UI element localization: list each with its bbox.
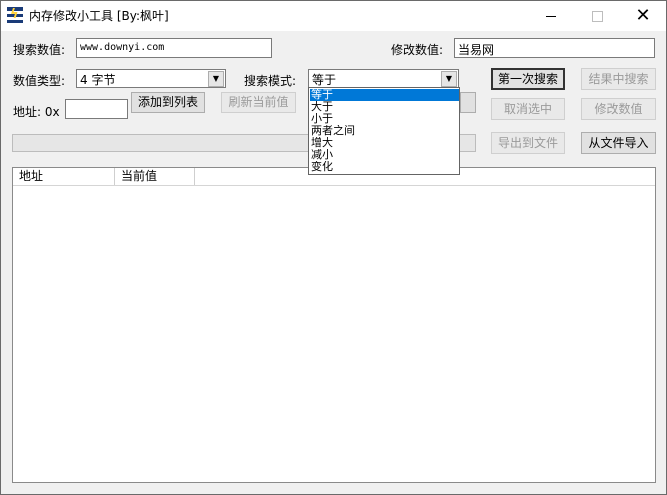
minimize-icon <box>546 15 556 17</box>
address-input[interactable] <box>65 99 128 119</box>
dropdown-option[interactable]: 小于 <box>310 113 459 125</box>
cancel-selection-button[interactable]: 取消选中 <box>491 98 565 120</box>
modify-value-label: 修改数值: <box>391 43 444 57</box>
lightning-app-icon: ϟ <box>7 7 23 23</box>
refresh-current-button[interactable]: 刷新当前值 <box>221 92 296 113</box>
search-in-results-button[interactable]: 结果中搜索 <box>581 68 656 90</box>
modify-value-input[interactable]: 当易网 <box>454 38 655 58</box>
window-title: 内存修改小工具 [By:枫叶] <box>29 9 169 23</box>
value-type-label: 数值类型: <box>13 74 66 88</box>
address-label: 地址: 0x <box>13 105 60 119</box>
value-type-select[interactable]: 4 字节 ▼ <box>76 69 226 88</box>
close-icon: ✕ <box>635 5 651 26</box>
hidden-button-fragment[interactable] <box>460 92 476 113</box>
dropdown-option[interactable]: 大于 <box>310 101 459 113</box>
dropdown-option[interactable]: 变化 <box>310 161 459 173</box>
value-type-selected: 4 字节 <box>80 73 116 87</box>
maximize-button[interactable] <box>574 1 620 31</box>
search-value-label: 搜索数值: <box>13 43 66 57</box>
dropdown-option[interactable]: 等于 <box>310 89 459 101</box>
export-file-button[interactable]: 导出到文件 <box>491 132 565 154</box>
dropdown-option[interactable]: 增大 <box>310 137 459 149</box>
modify-button[interactable]: 修改数值 <box>581 98 656 120</box>
chevron-down-icon[interactable]: ▼ <box>441 71 457 87</box>
dropdown-option[interactable]: 减小 <box>310 149 459 161</box>
add-to-list-button[interactable]: 添加到列表 <box>131 92 205 113</box>
app-window: ϟ 内存修改小工具 [By:枫叶] ✕ 搜索数值: www.downyi.com… <box>0 0 667 495</box>
dropdown-option[interactable]: 两者之间 <box>310 125 459 137</box>
column-header-address[interactable]: 地址 <box>13 168 115 185</box>
close-button[interactable]: ✕ <box>620 1 666 31</box>
search-mode-label: 搜索模式: <box>244 74 297 88</box>
column-header-current-value[interactable]: 当前值 <box>115 168 195 185</box>
search-mode-dropdown[interactable]: 等于 大于 小于 两者之间 增大 减小 变化 <box>308 87 460 175</box>
search-mode-select[interactable]: 等于 ▼ <box>308 69 459 88</box>
results-list[interactable]: 地址 当前值 <box>12 167 656 483</box>
maximize-icon <box>591 10 603 22</box>
import-file-button[interactable]: 从文件导入 <box>581 132 656 154</box>
first-search-button[interactable]: 第一次搜索 <box>491 68 565 90</box>
title-bar[interactable]: ϟ 内存修改小工具 [By:枫叶] ✕ <box>1 1 666 31</box>
search-mode-selected: 等于 <box>312 73 337 87</box>
minimize-button[interactable] <box>528 1 574 31</box>
chevron-down-icon[interactable]: ▼ <box>208 71 224 87</box>
search-value-input[interactable]: www.downyi.com <box>76 38 272 58</box>
